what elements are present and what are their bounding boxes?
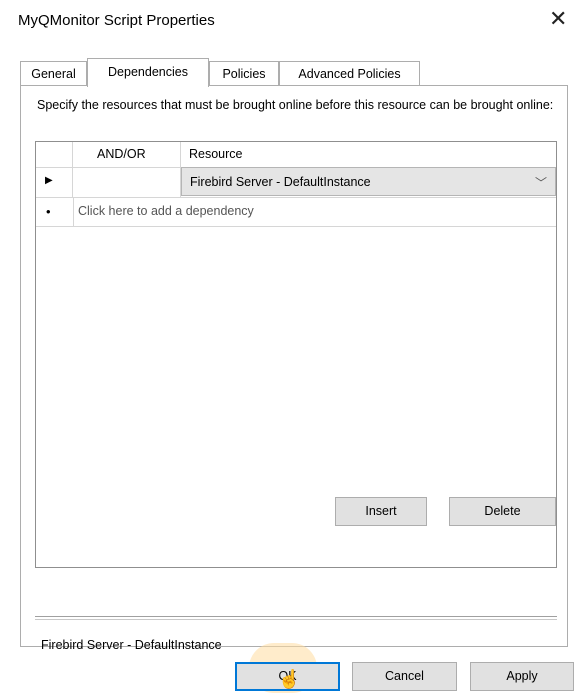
divider (35, 616, 557, 618)
title-bar: MyQMonitor Script Properties ✕ (0, 0, 574, 44)
new-row-dot-icon: • (46, 204, 51, 219)
column-header-andor[interactable]: AND/OR (73, 142, 181, 167)
column-header-resource[interactable]: Resource (181, 142, 556, 167)
add-dependency-row[interactable]: • Click here to add a dependency (36, 197, 556, 227)
andor-cell[interactable] (73, 167, 181, 197)
divider (35, 619, 557, 620)
row-selector[interactable]: ▶ (36, 167, 73, 197)
resource-dropdown[interactable]: Firebird Server - DefaultInstance ﹀ (181, 167, 556, 196)
selected-resource-info: Firebird Server - DefaultInstance (41, 638, 222, 652)
add-dependency-text[interactable]: Click here to add a dependency (73, 197, 254, 226)
tab-policies[interactable]: Policies (209, 61, 279, 85)
cancel-button[interactable]: Cancel (352, 662, 457, 691)
column-header-andor-label: AND/OR (97, 147, 146, 161)
table-row[interactable]: ▶ Firebird Server - DefaultInstance ﹀ (36, 167, 556, 198)
tab-dependencies[interactable]: Dependencies (87, 58, 209, 87)
row-header-corner (36, 142, 73, 167)
tab-advanced-policies[interactable]: Advanced Policies (279, 61, 420, 85)
chevron-down-icon[interactable]: ﹀ (535, 174, 547, 191)
insert-button[interactable]: Insert (335, 497, 427, 526)
close-icon[interactable]: ✕ (549, 8, 567, 30)
delete-button[interactable]: Delete (449, 497, 556, 526)
current-row-arrow-icon: ▶ (45, 175, 53, 186)
resource-dropdown-value: Firebird Server - DefaultInstance (190, 175, 371, 189)
tab-general[interactable]: General (20, 61, 87, 85)
window-title: MyQMonitor Script Properties (18, 12, 215, 29)
column-header-resource-label: Resource (189, 147, 243, 161)
dependencies-panel: Specify the resources that must be broug… (20, 85, 568, 652)
apply-button[interactable]: Apply (470, 662, 574, 691)
mouse-pointer-icon: ☝ (278, 669, 301, 689)
new-row-marker: • (36, 197, 73, 226)
description-text: Specify the resources that must be broug… (37, 98, 554, 112)
grid-header-row: AND/OR Resource (36, 142, 556, 168)
